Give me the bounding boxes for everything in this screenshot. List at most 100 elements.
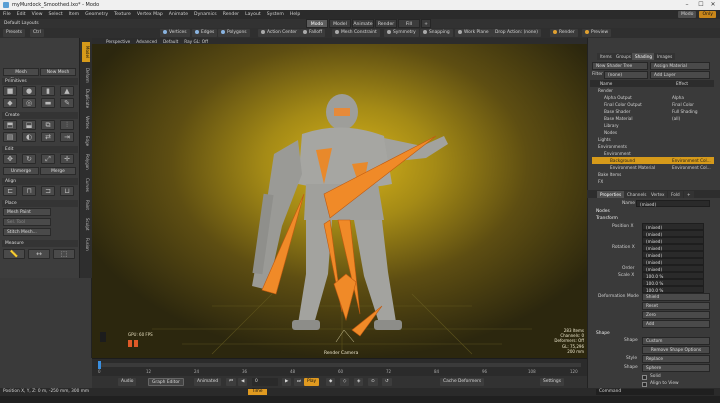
position-x-field[interactable]: (mixed) <box>642 223 704 230</box>
align-to-view-checkbox[interactable] <box>642 382 647 387</box>
drop-action-dropdown[interactable]: Drop Action: (none) <box>492 29 541 37</box>
menu-vertex-map[interactable]: Vertex Map <box>137 12 163 17</box>
remove-shape-options-button[interactable]: Remove Shape Options <box>642 346 710 354</box>
menu-select[interactable]: Select <box>49 12 63 17</box>
torus-icon[interactable]: ◎ <box>22 98 36 108</box>
key-remove-icon[interactable]: ◈ <box>354 378 364 386</box>
reset-button[interactable]: Reset <box>642 302 710 310</box>
shader-row-environments[interactable]: Environments <box>592 143 714 150</box>
key-icon[interactable]: ◆ <box>326 378 336 386</box>
viewport-view-type[interactable]: Perspective <box>106 39 130 44</box>
shape-section[interactable]: Shape <box>596 330 610 338</box>
polygons-button[interactable]: Polygons <box>218 29 250 37</box>
plane-icon[interactable]: ▬ <box>41 98 55 108</box>
menu-file[interactable]: File <box>3 12 11 17</box>
rotate-icon[interactable]: ↻ <box>22 154 36 164</box>
scale-y-field[interactable]: 100.0 % <box>642 279 704 286</box>
shader-row-fx[interactable]: FX <box>592 178 714 185</box>
command-input[interactable]: Command <box>596 389 714 395</box>
loop-icon[interactable]: ↺ <box>382 378 392 386</box>
menu-render[interactable]: Render <box>223 12 239 17</box>
add-layer-dropdown[interactable]: Add Layer <box>650 71 710 79</box>
timeline[interactable]: 0 12 24 36 48 60 72 84 96 108 120 <box>92 358 587 376</box>
create-header[interactable]: Create <box>2 112 78 119</box>
vtab-polygon[interactable]: Polygon <box>82 152 90 172</box>
render-button[interactable]: Render <box>550 29 578 37</box>
tab-fold[interactable]: Fold <box>668 191 683 198</box>
menu-item[interactable]: Item <box>69 12 79 17</box>
symmetry-button[interactable]: Symmetry <box>384 29 419 37</box>
add-button[interactable]: Add <box>642 320 710 328</box>
add-tab-button[interactable]: + <box>421 19 431 28</box>
tab-modo[interactable]: Modo <box>306 19 328 28</box>
3d-viewport[interactable]: GPU: 60 FPS Render Camera 283 Items Chan… <box>92 44 587 358</box>
current-frame-field[interactable]: 0 <box>252 378 278 386</box>
move-icon[interactable]: ✥ <box>3 154 17 164</box>
vtab-edge[interactable]: Edge <box>82 134 90 148</box>
name-field[interactable]: (mixed) <box>636 200 710 207</box>
push-icon[interactable]: ⇥ <box>60 132 74 142</box>
unmerge-button[interactable]: Unmerge <box>3 167 39 175</box>
shader-row-library[interactable]: Library <box>592 122 714 129</box>
scale-icon[interactable]: ⤢ <box>41 154 55 164</box>
menu-edit[interactable]: Edit <box>17 12 26 17</box>
tab-animate[interactable]: Animate <box>352 19 374 28</box>
pen-icon[interactable]: ✎ <box>60 98 74 108</box>
presets-button[interactable]: Presets <box>3 29 25 37</box>
col-effect-header[interactable]: Effect <box>676 80 688 87</box>
bridge-icon[interactable]: ⧉ <box>41 120 55 130</box>
col-name-header[interactable]: Name <box>600 80 612 87</box>
menu-animate[interactable]: Animate <box>169 12 188 17</box>
shader-row-render[interactable]: Render <box>592 87 714 94</box>
primitives-header[interactable]: Primitives <box>2 78 78 85</box>
graph-editor-button[interactable]: Graph Editor <box>148 378 184 386</box>
measure-header[interactable]: Measure <box>2 240 78 247</box>
edge-slide-icon[interactable]: ⇄ <box>41 132 55 142</box>
cube-icon[interactable]: ■ <box>3 86 17 96</box>
zero-button[interactable]: Zero <box>642 311 710 319</box>
sel-tool-button[interactable]: Sel. Tool <box>3 218 51 226</box>
scale-z-field[interactable]: 100.0 % <box>642 286 704 293</box>
align-center-icon[interactable]: ⊓ <box>22 186 36 196</box>
sphere-icon[interactable]: ● <box>22 86 36 96</box>
vtab-sculpt[interactable]: Sculpt <box>82 216 90 232</box>
animated-dropdown[interactable]: Animated <box>194 378 222 386</box>
step-forward-icon[interactable]: ▶ <box>282 378 292 386</box>
only-badge[interactable]: Only <box>699 11 716 18</box>
align-left-icon[interactable]: ⊏ <box>3 186 17 196</box>
shape-dropdown[interactable]: Custom <box>642 337 710 345</box>
measure-cube-icon[interactable]: ⬚ <box>53 249 75 259</box>
assign-material-dropdown[interactable]: Assign Material <box>650 62 710 70</box>
new-shader-tree-dropdown[interactable]: New Shader Tree <box>592 62 648 70</box>
position-y-field[interactable]: (mixed) <box>642 230 704 237</box>
menu-view[interactable]: View <box>32 12 43 17</box>
shader-row-base-material[interactable]: Base Material (all) <box>592 115 714 122</box>
rotation-x-field[interactable]: (mixed) <box>642 244 704 251</box>
mesh-cleanup-button[interactable]: Mesh Cleanup... <box>3 68 39 83</box>
layout-name[interactable]: Default Layouts <box>4 21 39 26</box>
action-center-button[interactable]: Action Center <box>258 29 300 37</box>
viewport-style[interactable]: Default <box>163 39 178 44</box>
shader-row-environment-material[interactable]: Environment Material Environment Col... <box>592 164 714 171</box>
menu-layout[interactable]: Layout <box>245 12 261 17</box>
merge-button[interactable]: Merge <box>40 167 76 175</box>
edges-button[interactable]: Edges <box>192 29 218 37</box>
tab-groups[interactable]: Groups <box>613 53 634 60</box>
tab-channels[interactable]: Channels <box>624 191 650 198</box>
rotation-y-field[interactable]: (mixed) <box>642 251 704 258</box>
settings-button[interactable]: Settings <box>540 378 565 386</box>
tab-add[interactable]: + <box>684 191 694 198</box>
shader-row-environment[interactable]: Environment <box>592 150 714 157</box>
skip-end-icon[interactable]: ⏭ <box>294 378 304 386</box>
tab-render[interactable]: Render <box>375 19 397 28</box>
time-button[interactable]: Time <box>248 389 267 395</box>
vtab-paint[interactable]: Paint <box>82 198 90 212</box>
vtab-curves[interactable]: Curves <box>82 176 90 194</box>
step-back-icon[interactable]: ◀ <box>238 378 248 386</box>
cache-deformers-toggle[interactable]: Cache Deformers <box>440 378 485 386</box>
timeline-track[interactable] <box>98 363 581 367</box>
shader-row-lights[interactable]: Lights <box>592 136 714 143</box>
extrude-icon[interactable]: ⬒ <box>3 120 17 130</box>
snapping-button[interactable]: Snapping <box>420 29 453 37</box>
shader-row-final-color[interactable]: Final Color Output Final Color <box>592 101 714 108</box>
